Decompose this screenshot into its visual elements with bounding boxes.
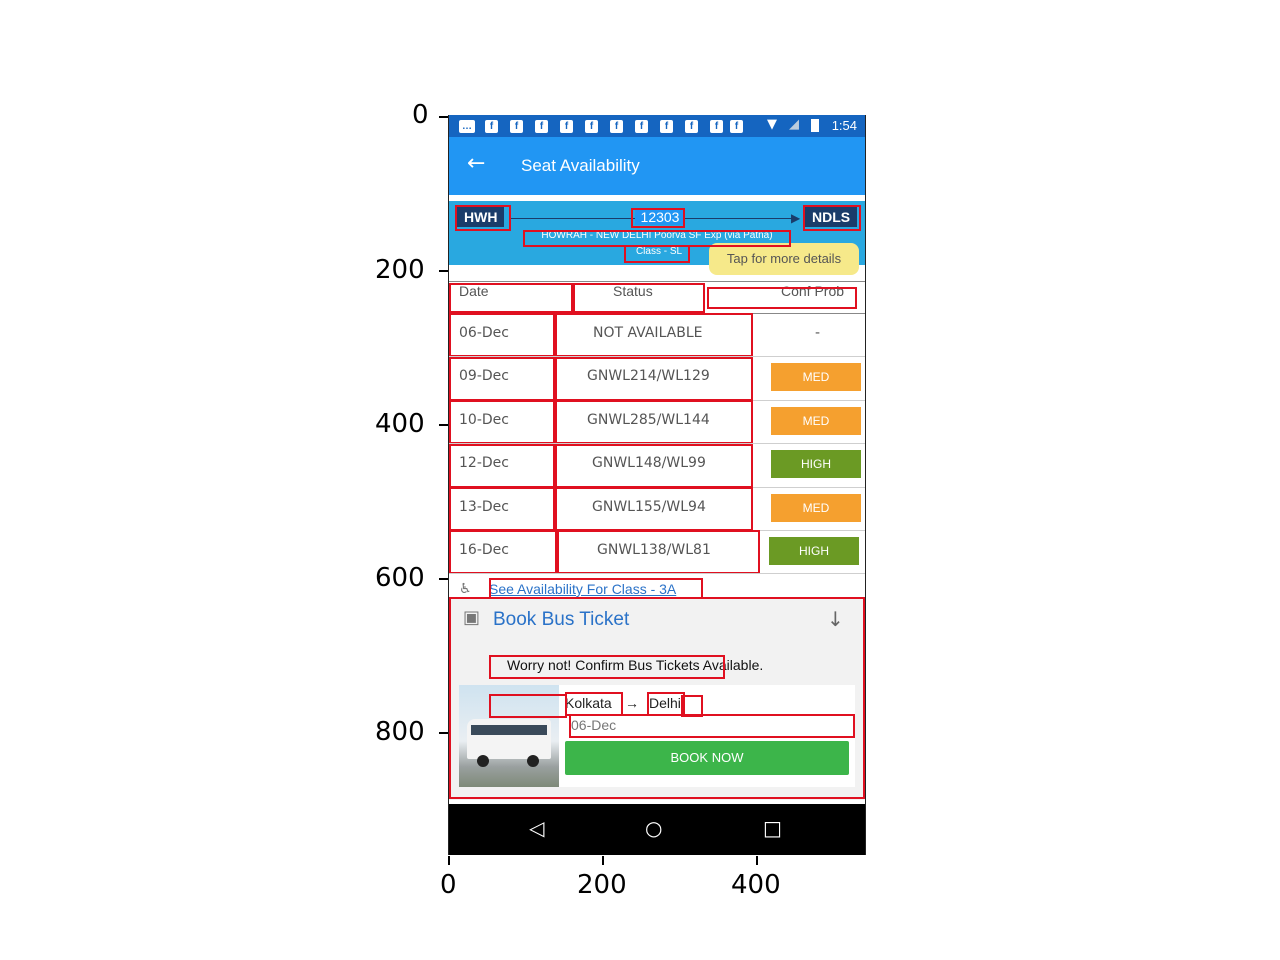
- facebook-icon: f: [660, 120, 673, 133]
- x-tick-label-200: 200: [577, 870, 627, 900]
- annotation-box: [624, 245, 690, 263]
- arrow-right-icon: ▶: [791, 211, 801, 225]
- annotation-box: [569, 714, 855, 738]
- back-arrow-icon[interactable]: ←: [467, 151, 485, 176]
- y-tick-label-800: 800: [375, 717, 425, 747]
- x-tick-label-400: 400: [731, 870, 781, 900]
- annotation-box: [449, 400, 555, 444]
- divider: [449, 281, 865, 282]
- y-tick: [439, 732, 448, 734]
- divider: [449, 573, 865, 574]
- details-tooltip[interactable]: Tap for more details: [709, 243, 859, 275]
- x-tick: [756, 856, 758, 865]
- app-bar: ← Seat Availability: [449, 137, 865, 195]
- annotation-box: [449, 487, 555, 531]
- y-tick-label-600: 600: [375, 563, 425, 593]
- route-arrow-icon: →: [625, 695, 639, 711]
- annotation-box: [647, 692, 685, 716]
- facebook-icon: f: [730, 120, 743, 133]
- expand-arrow-icon[interactable]: ↓: [827, 607, 844, 631]
- nav-recents-icon[interactable]: □: [763, 816, 782, 840]
- facebook-icon: f: [510, 120, 523, 133]
- facebook-icon: f: [610, 120, 623, 133]
- nav-back-icon[interactable]: ◁: [529, 816, 544, 840]
- seat-icon: ♿: [459, 581, 472, 597]
- y-tick-label-200: 200: [375, 255, 425, 285]
- bus-icon: ▣: [463, 607, 481, 628]
- annotation-box: [449, 283, 573, 313]
- facebook-icon: f: [560, 120, 573, 133]
- facebook-icon: f: [585, 120, 598, 133]
- y-tick: [439, 270, 448, 272]
- annotation-box: [449, 313, 555, 357]
- annotation-box: [555, 400, 753, 444]
- nav-home-icon[interactable]: ○: [645, 816, 662, 840]
- y-tick: [439, 116, 448, 118]
- annotation-box: [455, 205, 511, 231]
- facebook-icon: f: [535, 120, 548, 133]
- status-time: 1:54: [831, 118, 857, 133]
- y-tick-label-400: 400: [375, 409, 425, 439]
- conf-badge-med: MED: [771, 363, 861, 391]
- battery-icon: [811, 119, 819, 132]
- annotation-box: [555, 444, 753, 488]
- annotation-box: [565, 692, 623, 716]
- facebook-icon: f: [485, 120, 498, 133]
- row-conf: -: [815, 325, 821, 341]
- annotation-box: [803, 205, 861, 231]
- x-tick-label-0: 0: [440, 870, 457, 900]
- conf-badge-med: MED: [771, 407, 861, 435]
- phone-screen: … f f f f f f f f f f f ▼ ◢ 1:54 ← Seat …: [448, 115, 866, 855]
- message-icon: …: [459, 120, 475, 133]
- bus-section-title[interactable]: Book Bus Ticket: [493, 609, 629, 631]
- y-tick: [439, 578, 448, 580]
- system-nav-bar: ◁ ○ □: [449, 804, 865, 855]
- conf-badge-high: HIGH: [769, 537, 859, 565]
- annotation-box: [631, 208, 685, 228]
- page-title: Seat Availability: [521, 156, 640, 175]
- annotation-box: [573, 283, 705, 313]
- annotation-box: [555, 313, 753, 357]
- facebook-icon: f: [710, 120, 723, 133]
- no-signal-icon: ◢: [789, 117, 799, 132]
- annotation-box: [555, 357, 753, 401]
- conf-badge-med: MED: [771, 494, 861, 522]
- status-bar: … f f f f f f f f f f f ▼ ◢ 1:54: [449, 115, 865, 137]
- wifi-icon: ▼: [767, 117, 777, 132]
- annotation-box: [555, 487, 753, 531]
- annotation-box: [707, 287, 857, 309]
- annotation-box: [449, 444, 555, 488]
- y-tick: [439, 424, 448, 426]
- facebook-icon: f: [635, 120, 648, 133]
- conf-badge-high: HIGH: [771, 450, 861, 478]
- annotation-box: [489, 694, 567, 718]
- x-tick: [602, 856, 604, 865]
- annotation-box: [449, 357, 555, 401]
- book-now-button[interactable]: BOOK NOW: [565, 741, 849, 775]
- annotation-box: [557, 530, 760, 574]
- facebook-icon: f: [685, 120, 698, 133]
- annotation-box: [449, 530, 557, 574]
- y-tick-label-0: 0: [412, 100, 429, 130]
- x-tick: [448, 856, 450, 865]
- annotation-box: [489, 655, 725, 679]
